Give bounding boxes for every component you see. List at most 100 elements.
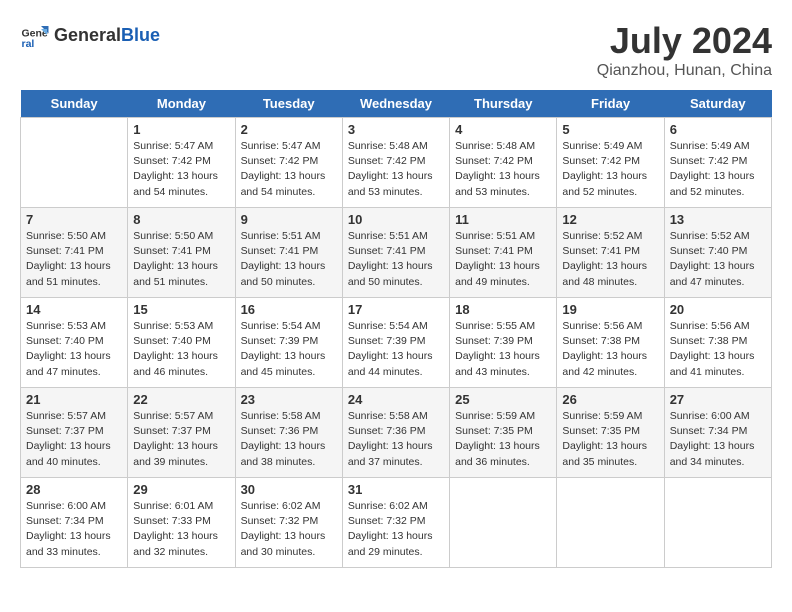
calendar-cell: 10Sunrise: 5:51 AM Sunset: 7:41 PM Dayli… [342, 208, 449, 298]
logo-general-text: General [54, 25, 121, 46]
day-header-saturday: Saturday [664, 90, 771, 118]
calendar-cell: 1 Sunrise: 5:47 AM Sunset: 7:42 PM Daylig… [128, 118, 235, 208]
date-number: 14 [26, 302, 122, 317]
cell-info: Sunrise: 5:59 AM Sunset: 7:35 PM Dayligh… [455, 409, 551, 470]
date-number: 8 [133, 212, 229, 227]
date-number: 9 [241, 212, 337, 227]
calendar-cell: 20 Sunrise: 5:56 AM Sunset: 7:38 PM Dayli… [664, 298, 771, 388]
cell-info: Sunrise: 6:00 AM Sunset: 7:34 PM Dayligh… [26, 499, 122, 560]
title-area: July 2024 Qianzhou, Hunan, China [597, 20, 772, 80]
calendar-cell: 29 Sunrise: 6:01 AM Sunset: 7:33 PM Dayli… [128, 478, 235, 568]
cell-info: Sunrise: 5:49 AM Sunset: 7:42 PM Dayligh… [562, 139, 658, 200]
week-row-2: 7 Sunrise: 5:50 AM Sunset: 7:41 PM Daylig… [21, 208, 772, 298]
calendar-cell: 15 Sunrise: 5:53 AM Sunset: 7:40 PM Dayli… [128, 298, 235, 388]
cell-info: Sunrise: 5:57 AM Sunset: 7:37 PM Dayligh… [133, 409, 229, 470]
calendar-cell: 31Sunrise: 6:02 AM Sunset: 7:32 PM Dayli… [342, 478, 449, 568]
cell-info: Sunrise: 5:52 AM Sunset: 7:40 PM Dayligh… [670, 229, 766, 290]
calendar-cell: 16 Sunrise: 5:54 AM Sunset: 7:39 PM Dayli… [235, 298, 342, 388]
calendar-cell: 17Sunrise: 5:54 AM Sunset: 7:39 PM Dayli… [342, 298, 449, 388]
date-number: 24 [348, 392, 444, 407]
cell-info: Sunrise: 5:48 AM Sunset: 7:42 PM Dayligh… [455, 139, 551, 200]
cell-info: Sunrise: 6:01 AM Sunset: 7:33 PM Dayligh… [133, 499, 229, 560]
day-header-friday: Friday [557, 90, 664, 118]
calendar-cell: 11Sunrise: 5:51 AM Sunset: 7:41 PM Dayli… [450, 208, 557, 298]
date-number: 7 [26, 212, 122, 227]
cell-info: Sunrise: 5:51 AM Sunset: 7:41 PM Dayligh… [455, 229, 551, 290]
day-header-thursday: Thursday [450, 90, 557, 118]
calendar-cell: 30 Sunrise: 6:02 AM Sunset: 7:32 PM Dayli… [235, 478, 342, 568]
calendar-cell: 23Sunrise: 5:58 AM Sunset: 7:36 PM Dayli… [235, 388, 342, 478]
cell-info: Sunrise: 6:00 AM Sunset: 7:34 PM Dayligh… [670, 409, 766, 470]
week-row-4: 21 Sunrise: 5:57 AM Sunset: 7:37 PM Dayli… [21, 388, 772, 478]
cell-info: Sunrise: 5:54 AM Sunset: 7:39 PM Dayligh… [348, 319, 444, 380]
date-number: 10 [348, 212, 444, 227]
date-number: 4 [455, 122, 551, 137]
cell-info: Sunrise: 5:51 AM Sunset: 7:41 PM Dayligh… [241, 229, 337, 290]
calendar-cell: 2Sunrise: 5:47 AM Sunset: 7:42 PM Daylig… [235, 118, 342, 208]
calendar-cell: 24 Sunrise: 5:58 AM Sunset: 7:36 PM Dayli… [342, 388, 449, 478]
week-row-3: 14 Sunrise: 5:53 AM Sunset: 7:40 PM Dayli… [21, 298, 772, 388]
date-number: 15 [133, 302, 229, 317]
cell-info: Sunrise: 5:58 AM Sunset: 7:36 PM Dayligh… [348, 409, 444, 470]
logo-icon: Gene ral [20, 20, 50, 50]
cell-info: Sunrise: 5:47 AM Sunset: 7:42 PM Dayligh… [241, 139, 337, 200]
cell-info: Sunrise: 5:54 AM Sunset: 7:39 PM Dayligh… [241, 319, 337, 380]
date-number: 13 [670, 212, 766, 227]
date-number: 21 [26, 392, 122, 407]
calendar-cell: 19 Sunrise: 5:56 AM Sunset: 7:38 PM Dayli… [557, 298, 664, 388]
date-number: 26 [562, 392, 658, 407]
cell-info: Sunrise: 5:58 AM Sunset: 7:36 PM Dayligh… [241, 409, 337, 470]
cell-info: Sunrise: 5:55 AM Sunset: 7:39 PM Dayligh… [455, 319, 551, 380]
date-number: 28 [26, 482, 122, 497]
calendar-cell: 25 Sunrise: 5:59 AM Sunset: 7:35 PM Dayli… [450, 388, 557, 478]
date-number: 19 [562, 302, 658, 317]
date-number: 18 [455, 302, 551, 317]
svg-text:ral: ral [22, 38, 35, 50]
day-header-sunday: Sunday [21, 90, 128, 118]
calendar-cell: 5 Sunrise: 5:49 AM Sunset: 7:42 PM Daylig… [557, 118, 664, 208]
calendar-cell: 3 Sunrise: 5:48 AM Sunset: 7:42 PM Daylig… [342, 118, 449, 208]
date-number: 5 [562, 122, 658, 137]
date-number: 1 [133, 122, 229, 137]
header: Gene ral General Blue July 2024 Qianzhou… [20, 20, 772, 80]
calendar-cell: 22 Sunrise: 5:57 AM Sunset: 7:37 PM Dayli… [128, 388, 235, 478]
calendar-table: SundayMondayTuesdayWednesdayThursdayFrid… [20, 90, 772, 568]
calendar-cell: 14 Sunrise: 5:53 AM Sunset: 7:40 PM Dayli… [21, 298, 128, 388]
cell-info: Sunrise: 5:53 AM Sunset: 7:40 PM Dayligh… [133, 319, 229, 380]
logo-blue-text: Blue [121, 25, 160, 46]
logo: Gene ral General Blue [20, 20, 160, 50]
cell-info: Sunrise: 5:56 AM Sunset: 7:38 PM Dayligh… [670, 319, 766, 380]
cell-info: Sunrise: 6:02 AM Sunset: 7:32 PM Dayligh… [241, 499, 337, 560]
cell-info: Sunrise: 5:50 AM Sunset: 7:41 PM Dayligh… [26, 229, 122, 290]
date-number: 22 [133, 392, 229, 407]
date-number: 25 [455, 392, 551, 407]
cell-info: Sunrise: 5:48 AM Sunset: 7:42 PM Dayligh… [348, 139, 444, 200]
date-number: 6 [670, 122, 766, 137]
date-number: 27 [670, 392, 766, 407]
calendar-cell: 12 Sunrise: 5:52 AM Sunset: 7:41 PM Dayli… [557, 208, 664, 298]
date-number: 16 [241, 302, 337, 317]
calendar-cell: 9 Sunrise: 5:51 AM Sunset: 7:41 PM Daylig… [235, 208, 342, 298]
calendar-cell: 28 Sunrise: 6:00 AM Sunset: 7:34 PM Dayli… [21, 478, 128, 568]
cell-info: Sunrise: 5:50 AM Sunset: 7:41 PM Dayligh… [133, 229, 229, 290]
calendar-title: July 2024 [597, 20, 772, 62]
calendar-cell: 7 Sunrise: 5:50 AM Sunset: 7:41 PM Daylig… [21, 208, 128, 298]
calendar-cell [21, 118, 128, 208]
date-number: 12 [562, 212, 658, 227]
cell-info: Sunrise: 5:57 AM Sunset: 7:37 PM Dayligh… [26, 409, 122, 470]
cell-info: Sunrise: 5:47 AM Sunset: 7:42 PM Dayligh… [133, 139, 229, 200]
date-number: 29 [133, 482, 229, 497]
calendar-cell [664, 478, 771, 568]
cell-info: Sunrise: 5:56 AM Sunset: 7:38 PM Dayligh… [562, 319, 658, 380]
date-number: 30 [241, 482, 337, 497]
date-number: 20 [670, 302, 766, 317]
calendar-cell: 6Sunrise: 5:49 AM Sunset: 7:42 PM Daylig… [664, 118, 771, 208]
cell-info: Sunrise: 5:52 AM Sunset: 7:41 PM Dayligh… [562, 229, 658, 290]
calendar-cell: 26Sunrise: 5:59 AM Sunset: 7:35 PM Dayli… [557, 388, 664, 478]
week-row-5: 28 Sunrise: 6:00 AM Sunset: 7:34 PM Dayli… [21, 478, 772, 568]
date-number: 31 [348, 482, 444, 497]
date-number: 3 [348, 122, 444, 137]
calendar-cell: 21 Sunrise: 5:57 AM Sunset: 7:37 PM Dayli… [21, 388, 128, 478]
cell-info: Sunrise: 5:53 AM Sunset: 7:40 PM Dayligh… [26, 319, 122, 380]
day-header-tuesday: Tuesday [235, 90, 342, 118]
